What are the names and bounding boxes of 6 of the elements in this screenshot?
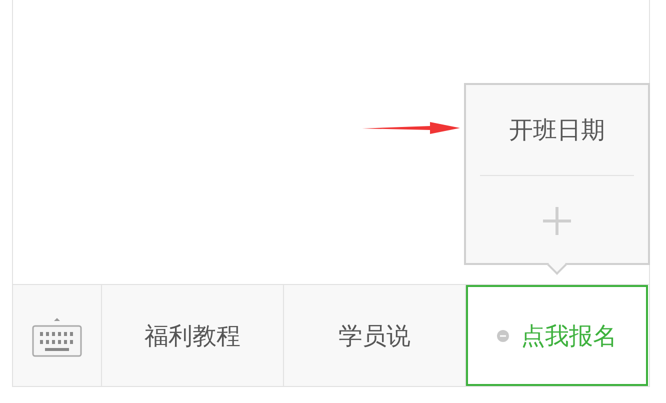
menu-item[interactable]: 开班日期 xyxy=(480,85,634,175)
menu-dot-icon xyxy=(497,330,509,342)
keyboard-button[interactable] xyxy=(13,285,102,386)
tab-button[interactable]: 学员说 xyxy=(284,285,466,386)
plus-icon xyxy=(542,206,572,236)
tab-button[interactable]: 福利教程 xyxy=(102,285,284,386)
